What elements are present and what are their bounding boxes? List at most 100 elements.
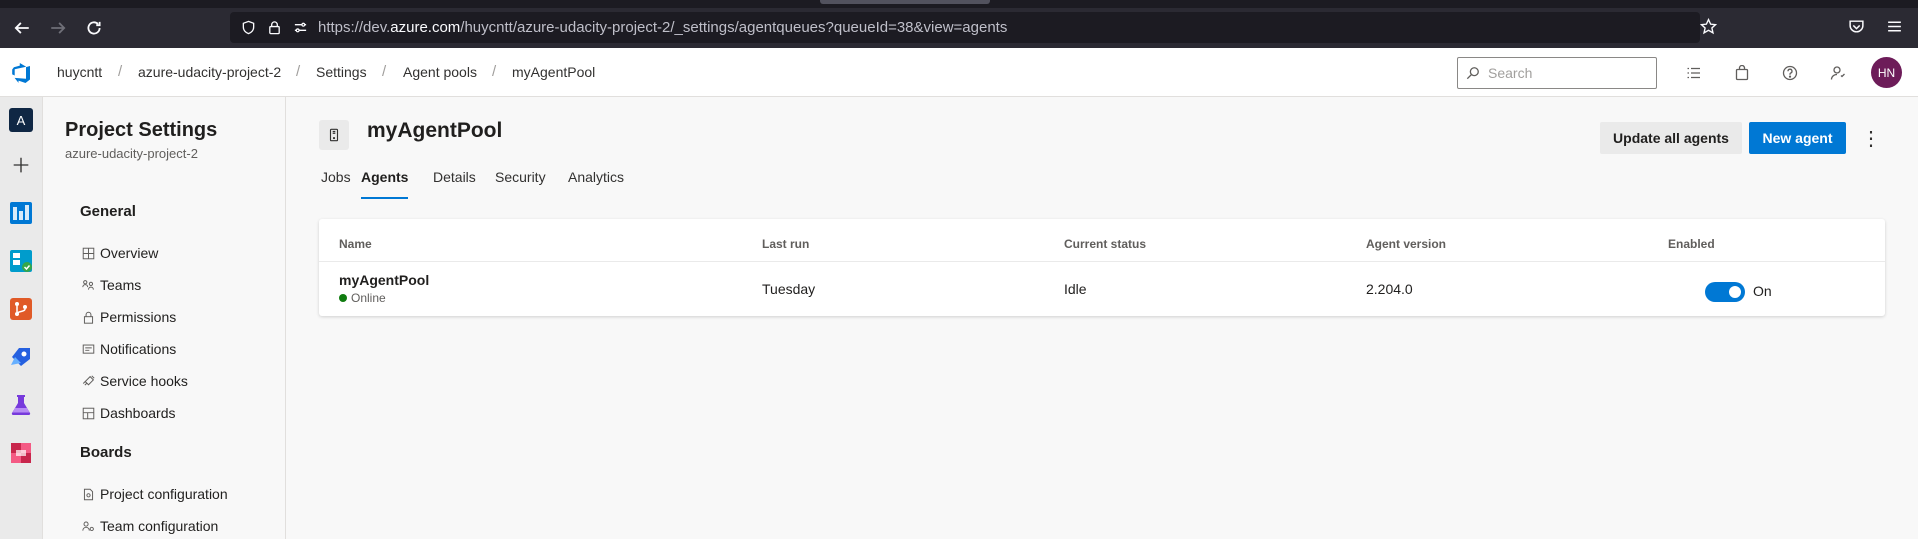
menu-icon[interactable] (1884, 16, 1904, 36)
settings-title: Project Settings (65, 119, 218, 141)
agents-table: Name Last run Current status Agent versi… (319, 219, 1885, 316)
nav-group-boards: Boards (80, 444, 132, 461)
nav-item-label: Service hooks (100, 373, 188, 389)
project-letter: A (9, 108, 33, 132)
tab-analytics[interactable]: Analytics (568, 169, 624, 199)
breadcrumb-project[interactable]: azure-udacity-project-2 (138, 64, 281, 80)
left-rail: A (0, 97, 43, 539)
add-icon[interactable] (9, 153, 33, 177)
agent-current-status: Idle (1064, 281, 1087, 297)
boards-icon[interactable] (9, 249, 33, 273)
test-plans-icon[interactable] (9, 393, 33, 417)
project-avatar[interactable]: A (9, 108, 33, 132)
repos-icon[interactable] (9, 297, 33, 321)
column-header-current-status[interactable]: Current status (1064, 237, 1146, 251)
nav-item-team-configuration[interactable]: Team configuration (80, 515, 218, 537)
nav-item-label: Project configuration (100, 486, 228, 502)
update-all-agents-button[interactable]: Update all agents (1600, 122, 1742, 154)
breadcrumb-agent-pools[interactable]: Agent pools (403, 64, 477, 80)
new-agent-button[interactable]: New agent (1749, 122, 1846, 154)
help-icon[interactable] (1780, 63, 1800, 83)
url-host: azure.com (390, 19, 461, 36)
breadcrumb-current-pool[interactable]: myAgentPool (512, 64, 595, 80)
nav-group-general: General (80, 203, 136, 220)
agent-version: 2.204.0 (1366, 281, 1413, 297)
main-content: myAgentPool Update all agents New agent … (287, 97, 1918, 539)
pocket-icon[interactable] (1846, 16, 1866, 36)
agent-status-label: Online (351, 291, 386, 305)
nav-item-permissions[interactable]: Permissions (80, 306, 176, 328)
page-title: myAgentPool (367, 119, 503, 142)
lock-icon (80, 309, 96, 325)
nav-item-label: Permissions (100, 309, 177, 325)
breadcrumb-separator: / (492, 63, 497, 80)
column-header-enabled[interactable]: Enabled (1668, 237, 1715, 251)
tab-agents[interactable]: Agents (361, 169, 409, 199)
column-header-last-run[interactable]: Last run (762, 237, 809, 251)
reload-icon[interactable] (82, 16, 106, 40)
breadcrumb-separator: / (296, 63, 301, 80)
column-header-name[interactable]: Name (339, 237, 372, 251)
nav-item-label: Team configuration (100, 518, 219, 534)
url-text[interactable]: https://dev.azure.com/huycntt/azure-udac… (318, 19, 1007, 36)
column-header-agent-version[interactable]: Agent version (1366, 237, 1446, 251)
breadcrumb-org[interactable]: huycntt (57, 64, 102, 80)
agent-pool-icon (319, 120, 349, 150)
browser-toolbar: https://dev.azure.com/huycntt/azure-udac… (0, 0, 1918, 48)
search-box[interactable] (1457, 57, 1657, 89)
agent-name[interactable]: myAgentPool (339, 272, 429, 288)
tab-security[interactable]: Security (495, 169, 546, 199)
marketplace-bag-icon[interactable] (1732, 63, 1752, 83)
search-input[interactable] (1488, 64, 1648, 82)
dashboards-icon (80, 405, 96, 421)
overview-icon[interactable] (9, 201, 33, 225)
permissions-icon[interactable] (292, 19, 309, 36)
more-actions-icon[interactable]: ⋮ (1859, 125, 1883, 151)
nav-item-notifications[interactable]: Notifications (80, 338, 176, 360)
work-items-list-icon[interactable] (1684, 63, 1704, 83)
breadcrumb-separator: / (118, 63, 123, 80)
address-bar[interactable]: https://dev.azure.com/huycntt/azure-udac… (230, 12, 1700, 43)
app-header: huycntt / azure-udacity-project-2 / Sett… (0, 48, 1918, 97)
nav-item-dashboards[interactable]: Dashboards (80, 402, 176, 424)
azure-devops-logo-icon[interactable] (10, 61, 34, 85)
search-icon (1466, 66, 1480, 80)
nav-item-project-configuration[interactable]: Project configuration (80, 483, 228, 505)
nav-item-label: Overview (100, 245, 159, 261)
project-configuration-icon (80, 486, 96, 502)
team-configuration-icon (80, 518, 96, 534)
agent-online-status: Online (339, 291, 386, 305)
enabled-toggle[interactable] (1705, 282, 1745, 302)
nav-item-overview[interactable]: Overview (80, 242, 158, 264)
nav-item-service-hooks[interactable]: Service hooks (80, 370, 188, 392)
lock-icon[interactable] (266, 19, 283, 36)
tab-jobs[interactable]: Jobs (321, 169, 351, 199)
table-header-divider (319, 261, 1885, 262)
avatar[interactable]: HN (1871, 57, 1902, 88)
user-settings-icon[interactable] (1828, 63, 1848, 83)
online-status-dot-icon (339, 294, 347, 302)
bookmark-star-icon[interactable] (1698, 16, 1718, 36)
forward-icon[interactable] (46, 16, 70, 40)
browser-tab-indicator (820, 0, 990, 4)
breadcrumb-settings[interactable]: Settings (316, 64, 367, 80)
nav-item-label: Notifications (100, 341, 177, 357)
tab-details[interactable]: Details (433, 169, 476, 199)
settings-subtitle: azure-udacity-project-2 (65, 146, 198, 161)
nav-item-teams[interactable]: Teams (80, 274, 141, 296)
url-path: /huycntt/azure-udacity-project-2/_settin… (460, 19, 1008, 36)
back-icon[interactable] (10, 16, 34, 40)
notifications-icon (80, 341, 96, 357)
project-settings-nav: Project Settings azure-udacity-project-2… (43, 97, 286, 539)
breadcrumb-separator: / (382, 63, 387, 80)
toggle-knob (1729, 286, 1741, 298)
nav-item-label: Teams (100, 277, 142, 293)
service-hooks-icon (80, 373, 96, 389)
pipelines-icon[interactable] (9, 345, 33, 369)
artifacts-icon[interactable] (9, 441, 33, 465)
nav-item-label: Dashboards (100, 405, 176, 421)
shield-icon[interactable] (240, 19, 257, 36)
url-prefix: https://dev. (318, 19, 391, 36)
enabled-toggle-label: On (1753, 283, 1772, 299)
overview-grid-icon (80, 245, 96, 261)
